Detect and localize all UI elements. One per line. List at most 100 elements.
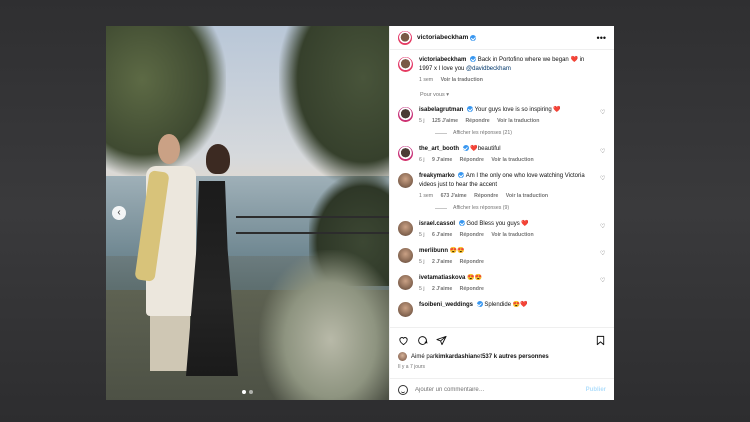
commenter-avatar[interactable] [398, 107, 413, 122]
likes-summary[interactable]: Aimé par kimkardashian et 537 k autres p… [398, 352, 606, 361]
post-date: Il y a 7 jours [398, 364, 425, 370]
caption-username[interactable]: victoriabeckham [419, 57, 466, 63]
comment-likes[interactable]: 673 J'aime [441, 193, 467, 199]
comment-item: isabelagrutman Your guys love is so insp… [398, 106, 606, 124]
view-replies-button[interactable]: Afficher les réponses (21) [435, 130, 606, 136]
photo-railing [236, 216, 389, 218]
verified-badge-icon [470, 56, 477, 63]
comment-emoji: 😍😍 [449, 248, 465, 254]
verified-badge-icon [462, 145, 469, 152]
commenter-username[interactable]: merlibunn [419, 248, 448, 254]
chevron-left-icon: ‹ [117, 207, 121, 218]
commenter-username[interactable]: freakymarko [419, 173, 455, 179]
comment-emoji: 😍❤️ [512, 302, 528, 308]
comment-text: God Bless you guys [466, 221, 520, 227]
commenter-avatar[interactable] [398, 275, 413, 290]
commenter-avatar[interactable] [398, 248, 413, 263]
post-header: victoriabeckham ••• [390, 26, 614, 50]
emoji-icon[interactable] [398, 384, 408, 395]
photo-bush [259, 250, 389, 400]
commenter-username[interactable]: isabelagrutman [419, 107, 463, 113]
post-sidebar: victoriabeckham ••• victoriabeckham Back… [389, 26, 614, 400]
publish-button[interactable]: Publier [586, 387, 606, 393]
comment-text: Splendide [484, 302, 512, 308]
author-username[interactable]: victoriabeckham [417, 34, 468, 41]
commenter-username[interactable]: israel.cassol [419, 221, 455, 227]
comment-like-heart-icon[interactable]: ♡ [600, 224, 606, 230]
liker-username[interactable]: kimkardashian [435, 354, 477, 360]
verified-badge-icon [470, 34, 477, 41]
reply-button[interactable]: Répondre [460, 286, 484, 292]
comment-time: 1 sem [419, 193, 434, 199]
comment-likes[interactable]: 2 J'aime [432, 259, 452, 265]
comment-likes[interactable]: 6 J'aime [432, 232, 452, 238]
comment-item: fsoibeni_weddings Splendide 😍❤️ [398, 301, 606, 317]
caption-time: 1 sem [419, 77, 434, 83]
comment-time: 6 j [419, 157, 425, 163]
share-icon[interactable] [436, 335, 447, 346]
comment-item: the_art_booth ❤️beautiful 6 j 9 J'aime R… [398, 145, 606, 163]
comment-time: 5 j [419, 118, 425, 124]
comment-likes[interactable]: 125 J'aime [432, 118, 458, 124]
reply-button[interactable]: Répondre [460, 232, 484, 238]
more-options-icon[interactable]: ••• [597, 33, 606, 43]
reply-button[interactable]: Répondre [474, 193, 498, 199]
reply-button[interactable]: Répondre [460, 259, 484, 265]
comment-icon[interactable] [417, 335, 428, 346]
bookmark-icon[interactable] [595, 335, 606, 346]
comment-emoji: ❤️ [553, 107, 561, 113]
author-avatar[interactable] [398, 30, 412, 45]
comment-like-heart-icon[interactable]: ♡ [600, 110, 606, 116]
verified-badge-icon [476, 301, 483, 308]
commenter-username[interactable]: ivetamatiaskova [419, 275, 465, 281]
carousel-dots [106, 390, 389, 394]
photo-tree-right [279, 26, 389, 186]
comment-time: 5 j [419, 259, 425, 265]
comment-likes[interactable]: 9 J'aime [432, 157, 452, 163]
caption-text: Back in Portofino where we began [477, 57, 569, 63]
commenter-avatar[interactable] [398, 146, 413, 161]
translate-link[interactable]: Voir la traduction [497, 118, 539, 124]
comment-like-heart-icon[interactable]: ♡ [600, 251, 606, 257]
translate-link[interactable]: Voir la traduction [491, 157, 533, 163]
comment-like-heart-icon[interactable]: ♡ [600, 176, 606, 182]
post-actions: Aimé par kimkardashian et 537 k autres p… [390, 327, 614, 370]
carousel-prev-button[interactable]: ‹ [112, 206, 126, 220]
photo-railing-lower [236, 232, 389, 234]
caption: victoriabeckham Back in Portofino where … [398, 56, 606, 83]
commenter-username[interactable]: the_art_booth [419, 146, 459, 152]
heart-icon[interactable] [398, 335, 409, 346]
reply-button[interactable]: Répondre [460, 157, 484, 163]
caption-mention-link[interactable]: @davidbeckham [466, 66, 511, 72]
verified-badge-icon [467, 106, 474, 113]
view-replies-button[interactable]: Afficher les réponses (9) [435, 205, 606, 211]
photo-man-head [158, 134, 180, 164]
commenter-avatar[interactable] [398, 302, 413, 317]
commenter-username[interactable]: fsoibeni_weddings [419, 302, 473, 308]
comment-likes[interactable]: 2 J'aime [432, 286, 452, 292]
post-modal: ‹ victoriabeckham ••• victoriabeckham Ba… [106, 26, 614, 400]
commenter-avatar[interactable] [398, 221, 413, 236]
comment-input[interactable] [415, 386, 586, 393]
comments-filter-dropdown[interactable]: Pour vous ▾ [420, 92, 606, 98]
comment-emoji: ❤️ [521, 221, 529, 227]
comment-like-heart-icon[interactable]: ♡ [600, 149, 606, 155]
reply-button[interactable]: Répondre [465, 118, 489, 124]
translate-link[interactable]: Voir la traduction [491, 232, 533, 238]
comment-time: 5 j [419, 286, 425, 292]
comment-like-heart-icon[interactable]: ♡ [600, 278, 606, 284]
comment-item: freakymarko Am I the only one who love w… [398, 172, 606, 199]
photo-woman-head [206, 144, 230, 174]
comment-time: 5 j [419, 232, 425, 238]
comment-emoji: 😍😍 [467, 275, 482, 281]
post-photo[interactable]: ‹ [106, 26, 389, 400]
comment-text: Your guys love is so inspiring [474, 107, 552, 113]
translate-link[interactable]: Voir la traduction [506, 193, 548, 199]
likes-count[interactable]: 537 k autres personnes [482, 354, 549, 360]
author-avatar[interactable] [398, 57, 413, 72]
comments-list[interactable]: victoriabeckham Back in Portofino where … [390, 50, 614, 327]
liker-avatar [398, 352, 407, 361]
verified-badge-icon [458, 220, 465, 227]
translate-link[interactable]: Voir la traduction [441, 77, 483, 83]
commenter-avatar[interactable] [398, 173, 413, 188]
